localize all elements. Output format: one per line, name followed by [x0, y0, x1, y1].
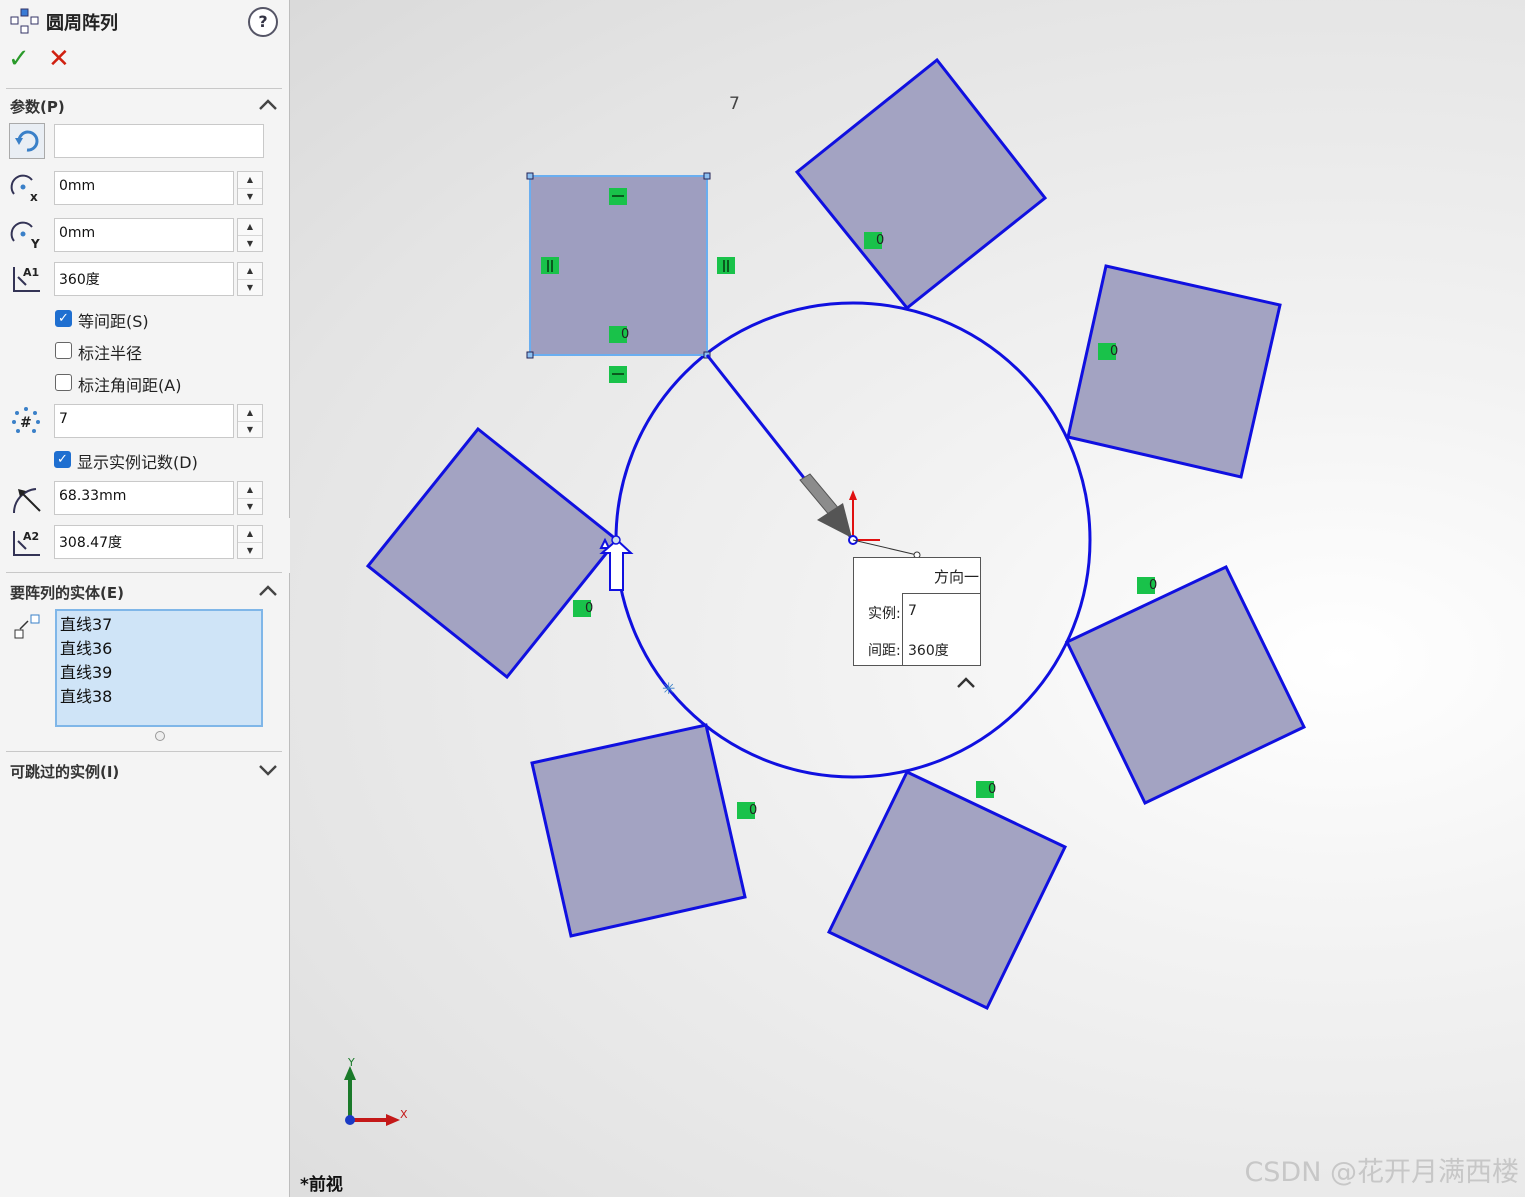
divider [6, 751, 282, 752]
radius-input[interactable]: 68.33mm [54, 481, 234, 515]
dim-radius-label: 标注半径 [78, 344, 143, 363]
dim-angle-label: 标注角间距(A) [78, 376, 182, 395]
params-section-header[interactable]: 参数(P) [10, 96, 65, 117]
graphics-area[interactable]: ✳ 0 0 0 0 0 0 0 7 方向一 实例: 7 间距: 360度 Y X… [290, 0, 1525, 1197]
center-y-stepper[interactable]: ▲ ▼ [237, 218, 263, 252]
center-y-input[interactable]: 0mm [54, 218, 234, 252]
divider [6, 572, 282, 573]
rotate-icon [15, 130, 39, 152]
relation-label: 0 [749, 803, 758, 818]
callout-spacing-label: 间距: [868, 643, 901, 659]
rotation-input[interactable]: 308.47度 [54, 525, 234, 559]
center-x-icon: x [10, 174, 38, 204]
pattern-instance[interactable] [365, 426, 620, 680]
panel-title: 圆周阵列 [46, 13, 118, 34]
equal-spacing-checkbox[interactable]: ✓ [55, 310, 72, 327]
list-item[interactable]: 直线39 [60, 661, 258, 685]
skip-section-header[interactable]: 可跳过的实例(I) [10, 761, 119, 782]
callout-instances-label: 实例: [868, 606, 901, 622]
show-count-label: 显示实例记数(D) [77, 453, 198, 472]
resize-handle[interactable] [155, 731, 165, 741]
dim-radius-checkbox[interactable] [55, 342, 72, 359]
relation-label: 0 [621, 327, 630, 342]
center-x-stepper[interactable]: ▲ ▼ [237, 171, 263, 205]
show-count-checkbox[interactable]: ✓ [54, 451, 71, 468]
rotation-angle-icon: A2 [13, 530, 40, 556]
center-point-selector[interactable] [9, 123, 45, 159]
radius-stepper[interactable]: ▲ ▼ [237, 481, 263, 515]
relation-label: 0 [585, 601, 594, 616]
view-name: *前视 [300, 1175, 343, 1195]
pattern-instance[interactable] [1064, 565, 1307, 805]
pattern-instance[interactable] [1066, 264, 1282, 479]
svg-text:A1: A1 [23, 266, 39, 279]
callout-direction: 方向一 [934, 568, 980, 586]
center-point-field[interactable] [54, 124, 264, 158]
pattern-instance[interactable] [530, 723, 747, 938]
svg-text:A2: A2 [23, 530, 39, 543]
list-item[interactable]: 直线37 [60, 613, 258, 637]
instance-count-icon: # [12, 407, 40, 433]
instance-count-stepper[interactable]: ▲ ▼ [237, 404, 263, 438]
list-item[interactable]: 直线36 [60, 637, 258, 661]
callout-spacing-value[interactable]: 360度 [908, 640, 949, 660]
divider [6, 88, 282, 89]
relation-label: 0 [876, 233, 885, 248]
equal-spacing-label: 等间距(S) [78, 312, 149, 331]
dim-angle-checkbox[interactable] [55, 374, 72, 391]
axis-y-label: Y [348, 1056, 355, 1069]
entities-section-header[interactable]: 要阵列的实体(E) [10, 582, 124, 603]
chevron-up-icon[interactable] [955, 676, 977, 690]
callout-instances-value[interactable]: 7 [908, 603, 917, 619]
angle-stepper[interactable]: ▲ ▼ [237, 262, 263, 296]
direction-arrow[interactable] [799, 473, 852, 538]
svg-text:Y: Y [30, 237, 40, 251]
pattern-instance[interactable] [794, 57, 1048, 311]
entities-select-icon [14, 614, 40, 639]
help-icon[interactable]: ? [248, 7, 278, 37]
circular-pattern-icon [10, 8, 39, 34]
chevron-up-icon[interactable] [258, 98, 278, 112]
pattern-angle-icon: A1 [13, 266, 40, 292]
instance-count-label: 7 [729, 94, 740, 114]
svg-text:x: x [30, 190, 38, 204]
watermark: CSDN @花开月满西楼 [1244, 1157, 1519, 1188]
chevron-down-icon[interactable] [258, 763, 278, 777]
pattern-instance[interactable] [826, 770, 1068, 1011]
angle-input[interactable]: 360度 [54, 262, 234, 296]
entities-list[interactable]: 直线37 直线36 直线39 直线38 [55, 609, 263, 727]
svg-text:✳: ✳ [662, 679, 675, 698]
relation-label: 0 [1110, 344, 1119, 359]
ok-button[interactable]: ✓ [8, 44, 30, 74]
property-manager: 圆周阵列 ? ✓ ✕ 参数(P) x 0mm ▲ ▼ Y 0mm ▲ ▼ A1 36… [0, 0, 290, 1197]
chevron-up-icon[interactable] [258, 584, 278, 598]
relation-label: 0 [1149, 578, 1158, 593]
center-y-icon: Y [10, 221, 40, 251]
pattern-callout[interactable]: 方向一 实例: 7 间距: 360度 [853, 557, 981, 666]
instance-count-input[interactable]: 7 [54, 404, 234, 438]
axis-x-label: X [400, 1108, 408, 1121]
svg-text:#: # [20, 415, 32, 431]
center-x-input[interactable]: 0mm [54, 171, 234, 205]
list-item[interactable]: 直线38 [60, 685, 258, 709]
cancel-button[interactable]: ✕ [48, 44, 70, 74]
rotation-stepper[interactable]: ▲ ▼ [237, 525, 263, 559]
radius-icon [12, 488, 41, 514]
relation-label: 0 [988, 782, 997, 797]
